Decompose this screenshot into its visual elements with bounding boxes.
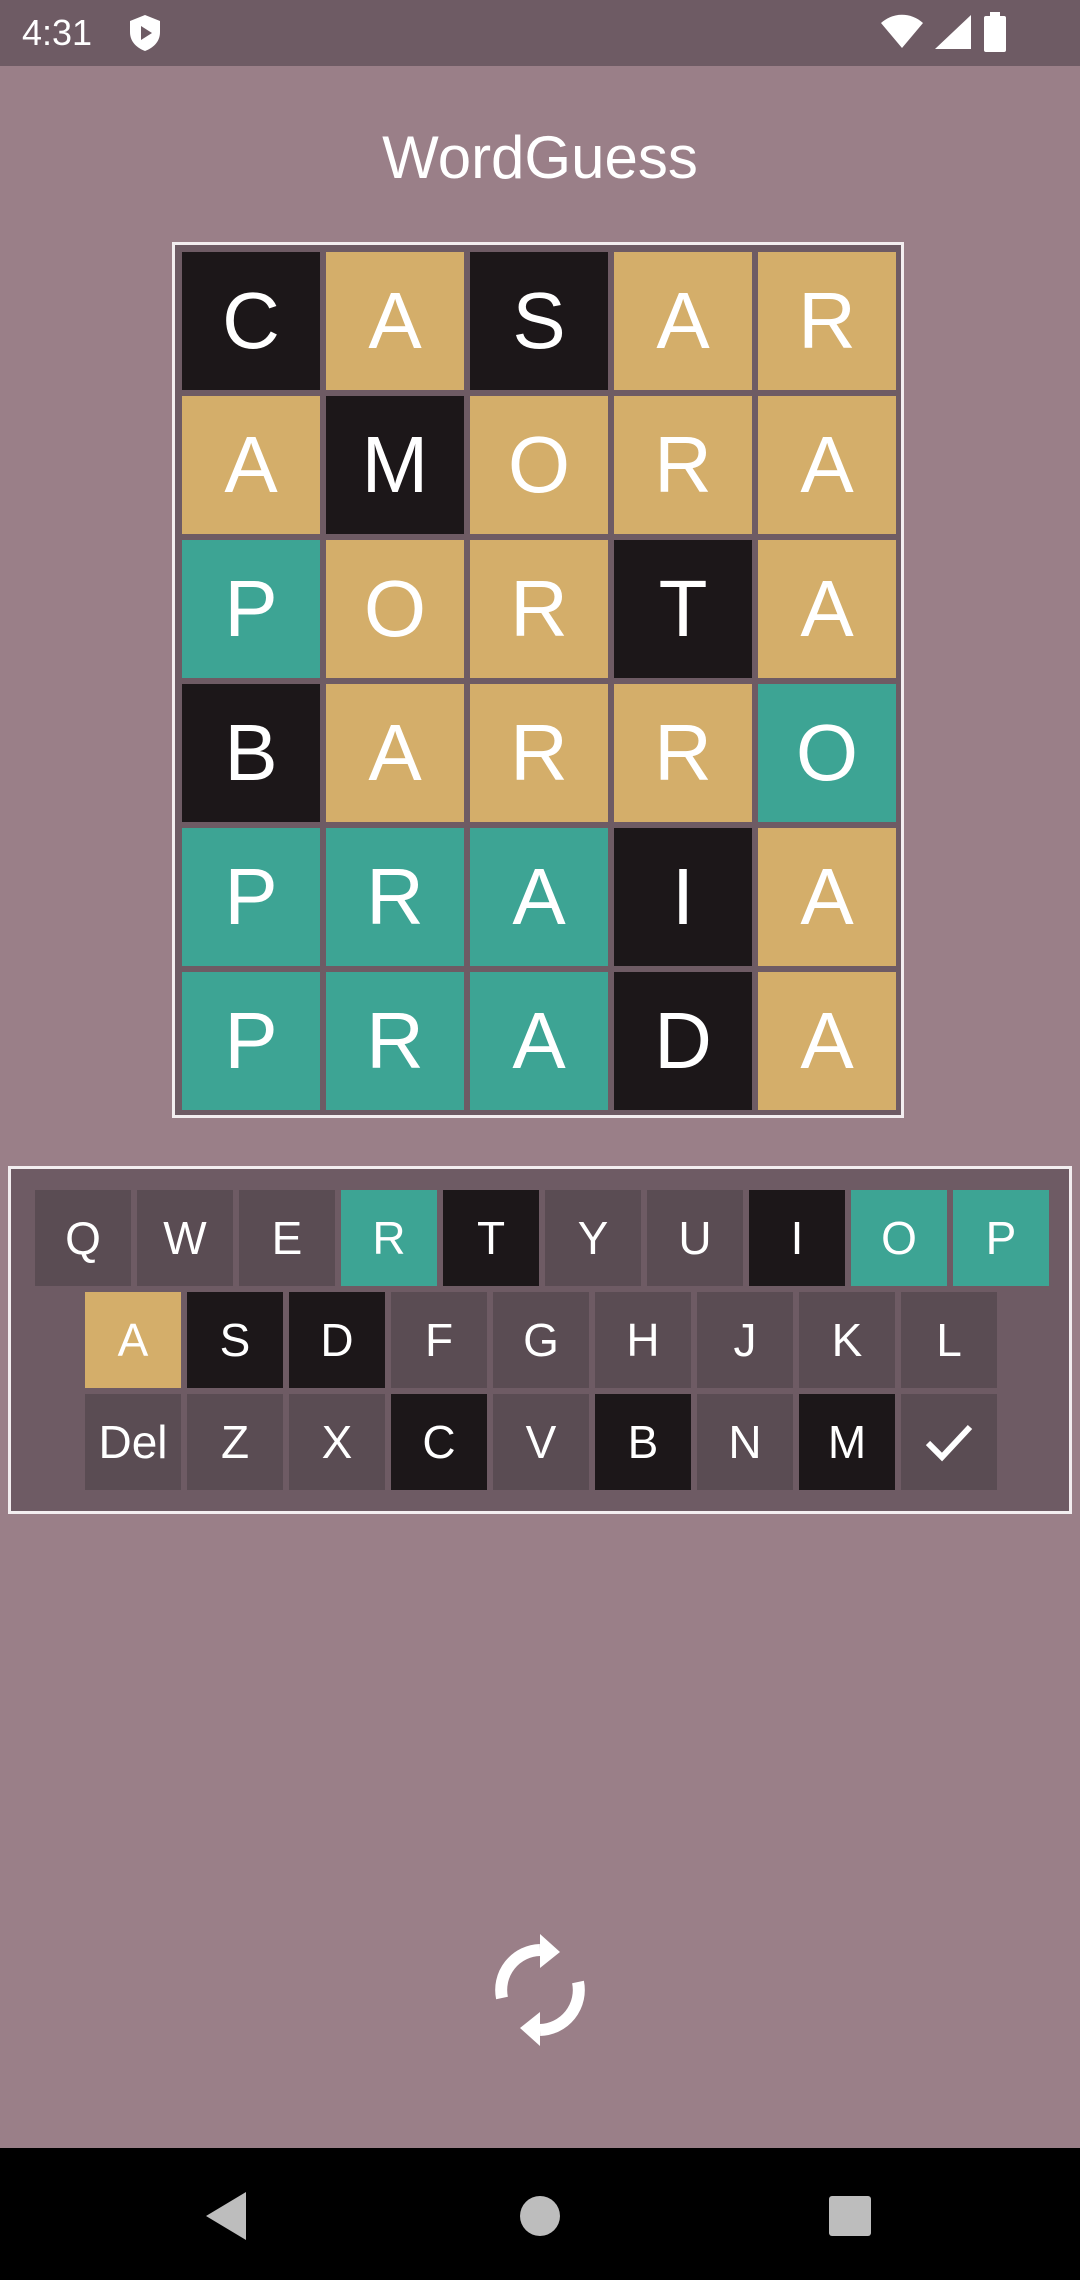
refresh-icon[interactable] <box>488 1926 592 2054</box>
board-cell: M <box>326 396 464 534</box>
board-cell: A <box>758 540 896 678</box>
board-cell: O <box>470 396 608 534</box>
board-cell: A <box>326 252 464 390</box>
signal-icon <box>935 15 971 49</box>
board-cell: R <box>758 252 896 390</box>
board-cell: R <box>326 828 464 966</box>
board-cell: T <box>614 540 752 678</box>
key-d[interactable]: D <box>289 1292 385 1388</box>
key-l[interactable]: L <box>901 1292 997 1388</box>
board-cell: R <box>470 684 608 822</box>
key-s[interactable]: S <box>187 1292 283 1388</box>
shield-icon <box>130 15 160 51</box>
key-e[interactable]: E <box>239 1190 335 1286</box>
board-cell: R <box>614 396 752 534</box>
board-cell: R <box>326 972 464 1110</box>
key-o[interactable]: O <box>851 1190 947 1286</box>
board-cell: A <box>758 396 896 534</box>
key-h[interactable]: H <box>595 1292 691 1388</box>
status-time: 4:31 <box>22 12 93 53</box>
board-cell: O <box>326 540 464 678</box>
board-cell: A <box>614 252 752 390</box>
key-g[interactable]: G <box>493 1292 589 1388</box>
board-cell: O <box>758 684 896 822</box>
keyboard: Q W E R T Y U I O P A S D F G H J K L Del Z X C V B N M <box>8 1166 1072 1514</box>
board-cell: I <box>614 828 752 966</box>
key-i[interactable]: I <box>749 1190 845 1286</box>
board-cell: B <box>182 684 320 822</box>
board-cell: P <box>182 972 320 1110</box>
battery-icon <box>984 12 1006 52</box>
key-c[interactable]: C <box>391 1394 487 1490</box>
board-cell: D <box>614 972 752 1110</box>
key-p[interactable]: P <box>953 1190 1049 1286</box>
delete-key[interactable]: Del <box>85 1394 181 1490</box>
key-j[interactable]: J <box>697 1292 793 1388</box>
board-cell: P <box>182 540 320 678</box>
home-icon[interactable] <box>520 2196 560 2236</box>
key-b[interactable]: B <box>595 1394 691 1490</box>
board-cell: A <box>326 684 464 822</box>
app-title: WordGuess <box>382 124 698 191</box>
board-cell: S <box>470 252 608 390</box>
submit-key[interactable] <box>901 1394 997 1490</box>
wifi-icon <box>881 14 923 48</box>
board-cell: R <box>470 540 608 678</box>
back-icon[interactable] <box>202 2190 250 2242</box>
board-cell: A <box>758 828 896 966</box>
key-m[interactable]: M <box>799 1394 895 1490</box>
game-board: CASARAMORAPORTABARROPRAIAPRADA <box>172 242 904 1118</box>
key-y[interactable]: Y <box>545 1190 641 1286</box>
board-cell: A <box>758 972 896 1110</box>
status-bar: 4:31 <box>0 0 1080 66</box>
check-icon <box>925 1424 973 1462</box>
board-cell: A <box>470 972 608 1110</box>
key-k[interactable]: K <box>799 1292 895 1388</box>
key-n[interactable]: N <box>697 1394 793 1490</box>
key-q[interactable]: Q <box>35 1190 131 1286</box>
key-w[interactable]: W <box>137 1190 233 1286</box>
recents-icon[interactable] <box>829 2196 871 2236</box>
board-cell: R <box>614 684 752 822</box>
key-u[interactable]: U <box>647 1190 743 1286</box>
board-cell: P <box>182 828 320 966</box>
key-x[interactable]: X <box>289 1394 385 1490</box>
key-f[interactable]: F <box>391 1292 487 1388</box>
key-r[interactable]: R <box>341 1190 437 1286</box>
key-t[interactable]: T <box>443 1190 539 1286</box>
board-cell: C <box>182 252 320 390</box>
board-cell: A <box>470 828 608 966</box>
board-cell: A <box>182 396 320 534</box>
key-a[interactable]: A <box>85 1292 181 1388</box>
key-v[interactable]: V <box>493 1394 589 1490</box>
key-z[interactable]: Z <box>187 1394 283 1490</box>
